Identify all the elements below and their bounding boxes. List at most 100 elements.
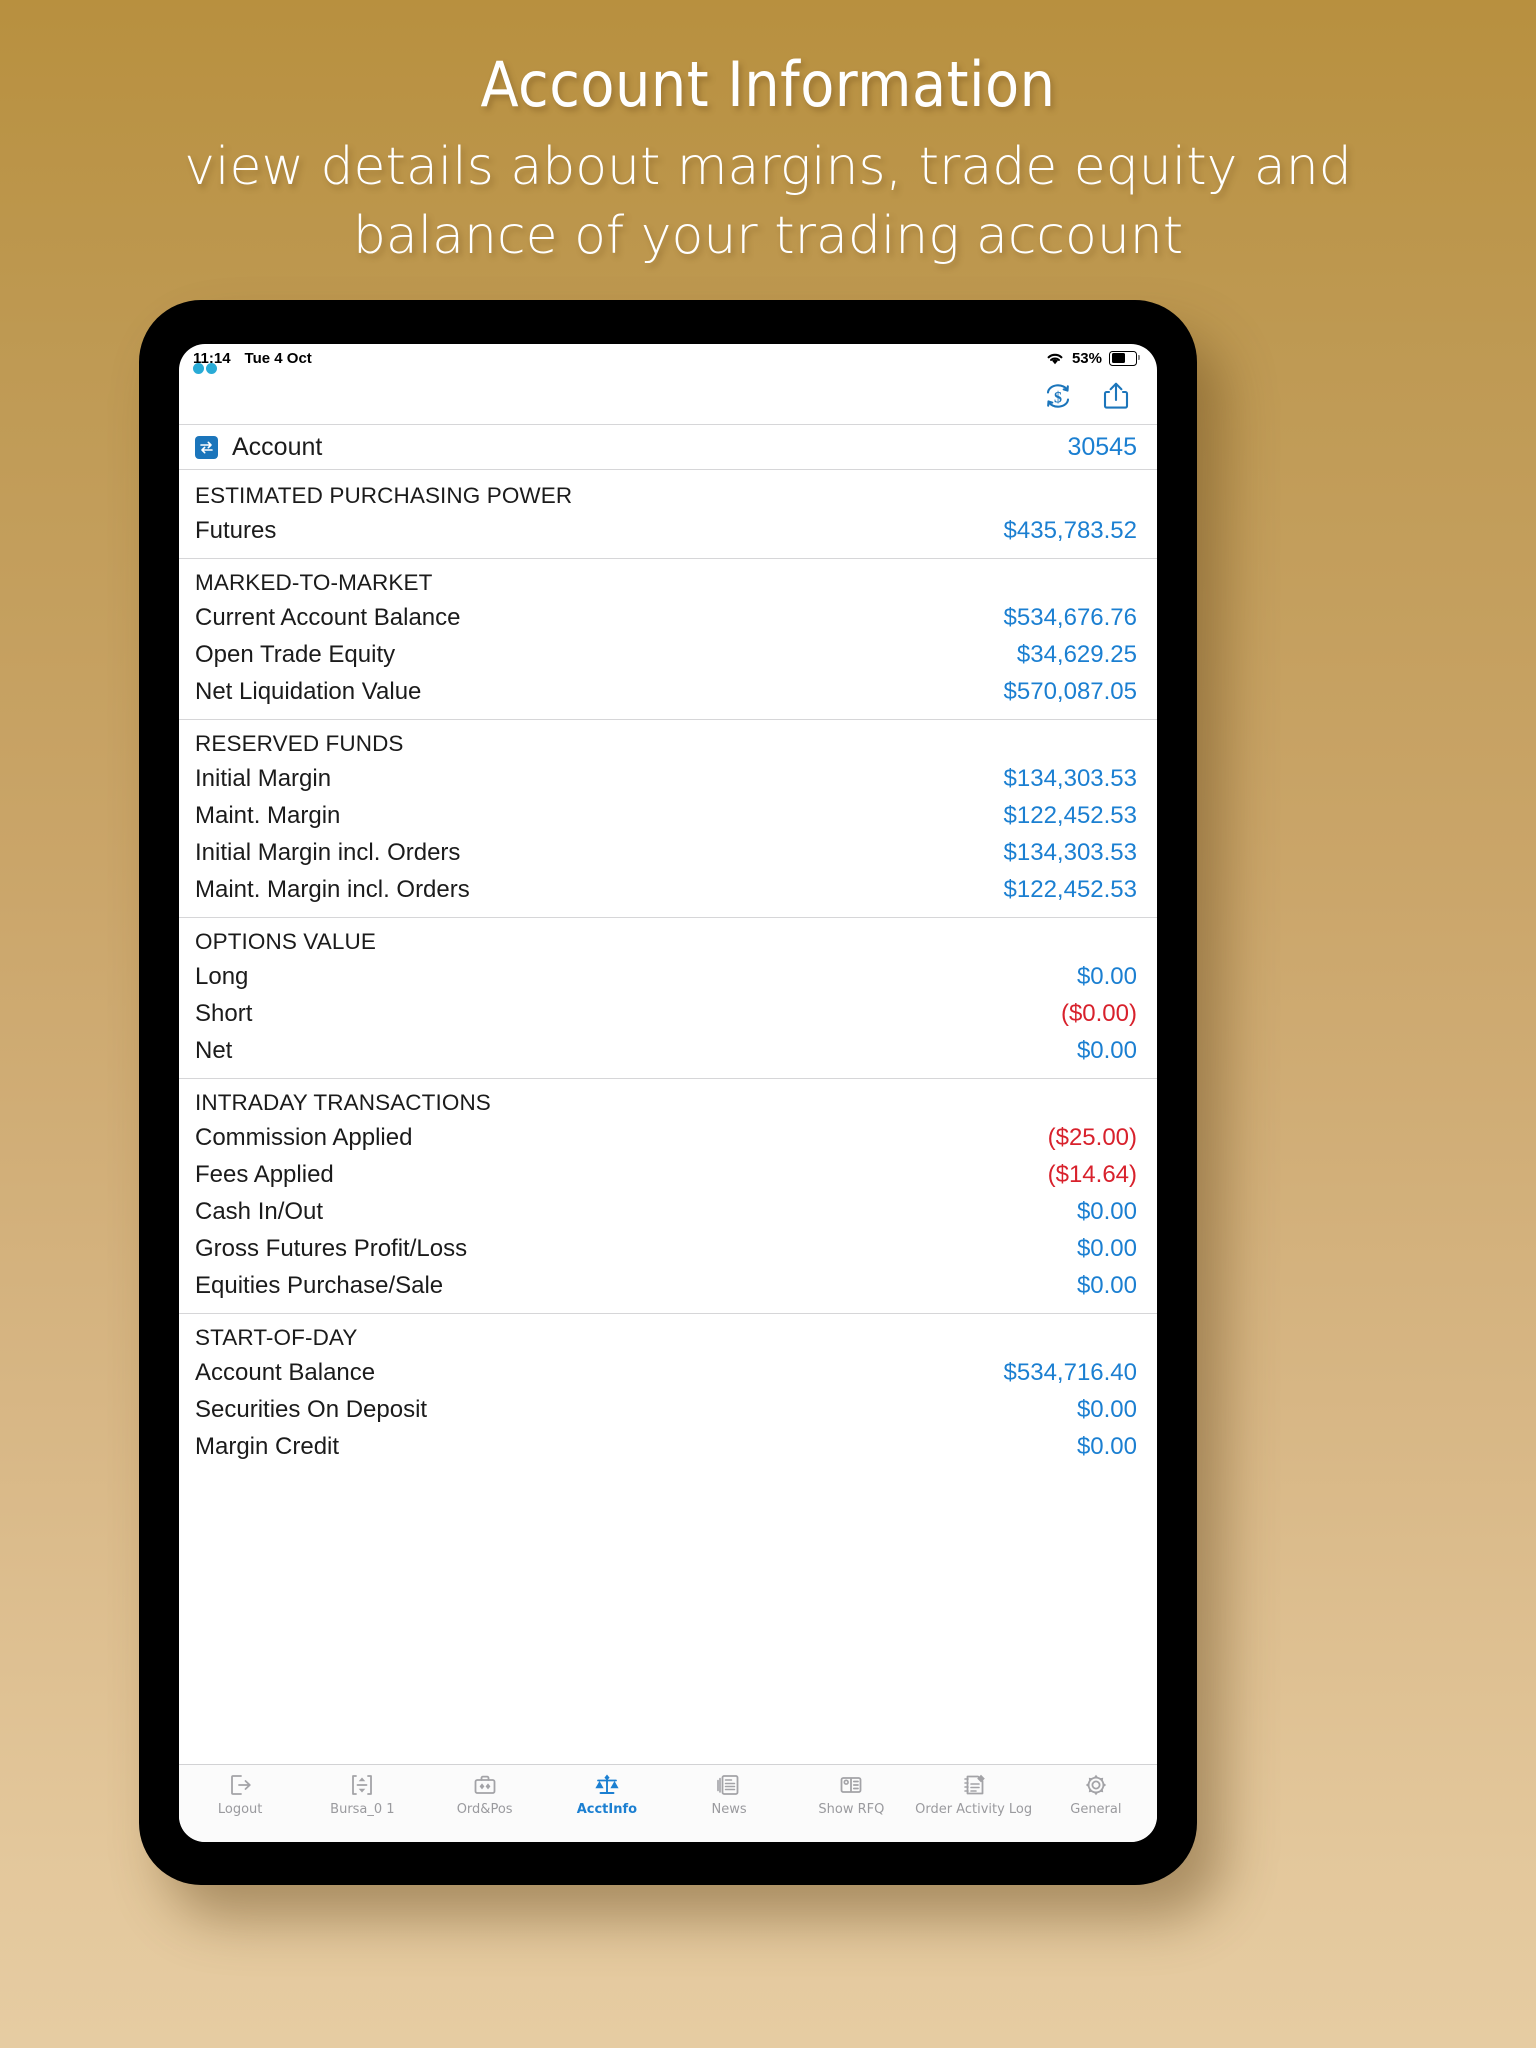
account-selector-row[interactable]: Account 30545: [179, 424, 1157, 470]
ios-status-bar: 11:14 Tue 4 Oct 53%: [179, 344, 1157, 374]
detail-row: Initial Margin $134,303.53: [179, 760, 1157, 797]
detail-row: Commission Applied ($25.00): [179, 1119, 1157, 1156]
detail-row-label: Fees Applied: [195, 1160, 334, 1188]
detail-row-label: Long: [195, 962, 249, 990]
tab-ord-pos[interactable]: Ord&Pos: [424, 1772, 546, 1817]
tab-label: News: [711, 1802, 747, 1817]
account-section: OPTIONS VALUE Long $0.00 Short ($0.00) Net $0.…: [179, 918, 1157, 1079]
tab-acctinfo[interactable]: AcctInfo: [546, 1772, 668, 1817]
detail-row-label: Equities Purchase/Sale: [195, 1271, 444, 1299]
tab-general[interactable]: General: [1035, 1772, 1157, 1817]
detail-row-value: $0.00: [1076, 962, 1137, 990]
detail-row-label: Futures: [195, 516, 277, 544]
svg-text:$: $: [1054, 389, 1062, 406]
tab-news[interactable]: News: [668, 1772, 790, 1817]
detail-row: Maint. Margin $122,452.53: [179, 797, 1157, 834]
detail-row: Initial Margin incl. Orders $134,303.53: [179, 834, 1157, 871]
tab-show-rfq[interactable]: Show RFQ: [790, 1772, 912, 1817]
section-title: OPTIONS VALUE: [195, 929, 376, 954]
app-toolbar: $: [179, 372, 1157, 424]
detail-row-label: Current Account Balance: [195, 603, 461, 631]
detail-row-label: Gross Futures Profit/Loss: [195, 1234, 468, 1262]
account-section: MARKED-TO-MARKET Current Account Balance $…: [179, 559, 1157, 720]
detail-row-label: Open Trade Equity: [195, 640, 396, 668]
detail-row: Futures $435,783.52: [179, 512, 1157, 549]
detail-row-value: $134,303.53: [1003, 764, 1137, 792]
logout-icon: [227, 1772, 253, 1798]
account-number: 30545: [1067, 432, 1137, 461]
tablet-device-frame: 11:14 Tue 4 Oct 53% $ Account 30545 ESTI…: [139, 300, 1197, 1885]
section-title: INTRADAY TRANSACTIONS: [195, 1090, 491, 1115]
status-indicator-dots: [193, 363, 217, 374]
detail-row-label: Commission Applied: [195, 1123, 413, 1151]
detail-row: Cash In/Out $0.00: [179, 1193, 1157, 1230]
section-title: MARKED-TO-MARKET: [195, 570, 433, 595]
tab-label: General: [1070, 1802, 1122, 1817]
detail-row-label: Securities On Deposit: [195, 1395, 428, 1423]
account-label: Account: [232, 432, 323, 461]
tab-label: Bursa_0 1: [330, 1802, 395, 1817]
detail-row-value: ($25.00): [1047, 1123, 1137, 1151]
tablet-screen: 11:14 Tue 4 Oct 53% $ Account 30545 ESTI…: [179, 344, 1157, 1842]
detail-row-value: $0.00: [1076, 1197, 1137, 1225]
account-section: START-OF-DAY Account Balance $534,716.40 Se…: [179, 1314, 1157, 1474]
share-icon[interactable]: [1101, 379, 1131, 413]
detail-row-value: $122,452.53: [1003, 801, 1137, 829]
detail-row: Fees Applied ($14.64): [179, 1156, 1157, 1193]
tab-bursa-0-1[interactable]: Bursa_0 1: [301, 1772, 423, 1817]
page-subtitle: view details about margins, trade equity…: [184, 137, 1352, 267]
tab-logout[interactable]: Logout: [179, 1772, 301, 1817]
detail-row-value: $0.00: [1076, 1036, 1137, 1064]
detail-row-value: $0.00: [1076, 1271, 1137, 1299]
briefcase-icon: [472, 1772, 498, 1798]
bottom-tab-bar: Logout Bursa_0 1 Ord&Pos AcctInfo News Show R…: [179, 1764, 1157, 1842]
detail-row-label: Margin Credit: [195, 1432, 340, 1460]
detail-row: Long $0.00: [179, 958, 1157, 995]
quotes-icon: [349, 1772, 375, 1798]
status-date: Tue 4 Oct: [244, 349, 312, 367]
detail-row-value: $34,629.25: [1016, 640, 1137, 668]
detail-row-value: $0.00: [1076, 1432, 1137, 1460]
tab-order-activity-log[interactable]: Order Activity Log: [913, 1772, 1035, 1817]
gear-icon: [1083, 1772, 1109, 1798]
detail-row: Current Account Balance $534,676.76: [179, 599, 1157, 636]
detail-row-label: Account Balance: [195, 1358, 376, 1386]
account-section: ESTIMATED PURCHASING POWER Futures $435,78…: [179, 472, 1157, 559]
detail-row-value: $570,087.05: [1003, 677, 1137, 705]
section-title: RESERVED FUNDS: [195, 731, 404, 756]
detail-row-label: Cash In/Out: [195, 1197, 324, 1225]
detail-row-value: $435,783.52: [1003, 516, 1137, 544]
detail-row-label: Maint. Margin: [195, 801, 341, 829]
detail-row-value: $0.00: [1076, 1234, 1137, 1262]
promo-header: Account Information view details about m…: [0, 0, 1536, 271]
battery-percent: 53%: [1071, 349, 1102, 367]
detail-row-value: $534,716.40: [1003, 1358, 1137, 1386]
detail-row: Gross Futures Profit/Loss $0.00: [179, 1230, 1157, 1267]
detail-row-value: ($14.64): [1047, 1160, 1137, 1188]
account-details-list: ESTIMATED PURCHASING POWER Futures $435,78…: [179, 470, 1157, 1764]
detail-row-value: $122,452.53: [1003, 875, 1137, 903]
detail-row-label: Short: [195, 999, 253, 1027]
detail-row: Securities On Deposit $0.00: [179, 1391, 1157, 1428]
tab-label: Show RFQ: [818, 1802, 885, 1817]
detail-row-label: Initial Margin: [195, 764, 332, 792]
account-section: RESERVED FUNDS Initial Margin $134,303.53 M…: [179, 720, 1157, 918]
battery-icon: [1109, 350, 1140, 366]
dollar-refresh-icon[interactable]: $: [1041, 379, 1075, 413]
detail-row-label: Initial Margin incl. Orders: [195, 838, 461, 866]
detail-row-value: $0.00: [1076, 1395, 1137, 1423]
detail-row: Net Liquidation Value $570,087.05: [179, 673, 1157, 710]
swap-arrows-icon: [195, 435, 218, 459]
detail-row-label: Net Liquidation Value: [195, 677, 422, 705]
detail-row-value: $134,303.53: [1003, 838, 1137, 866]
detail-row: Maint. Margin incl. Orders $122,452.53: [179, 871, 1157, 908]
tab-label: Order Activity Log: [915, 1802, 1033, 1817]
detail-row-value: $534,676.76: [1003, 603, 1137, 631]
rfq-icon: [838, 1772, 864, 1798]
tab-label: AcctInfo: [576, 1802, 638, 1817]
detail-row-label: Net: [195, 1036, 233, 1064]
news-icon: [716, 1772, 742, 1798]
scales-icon: [594, 1772, 620, 1798]
detail-row-value: ($0.00): [1060, 999, 1137, 1027]
tab-label: Ord&Pos: [456, 1802, 513, 1817]
